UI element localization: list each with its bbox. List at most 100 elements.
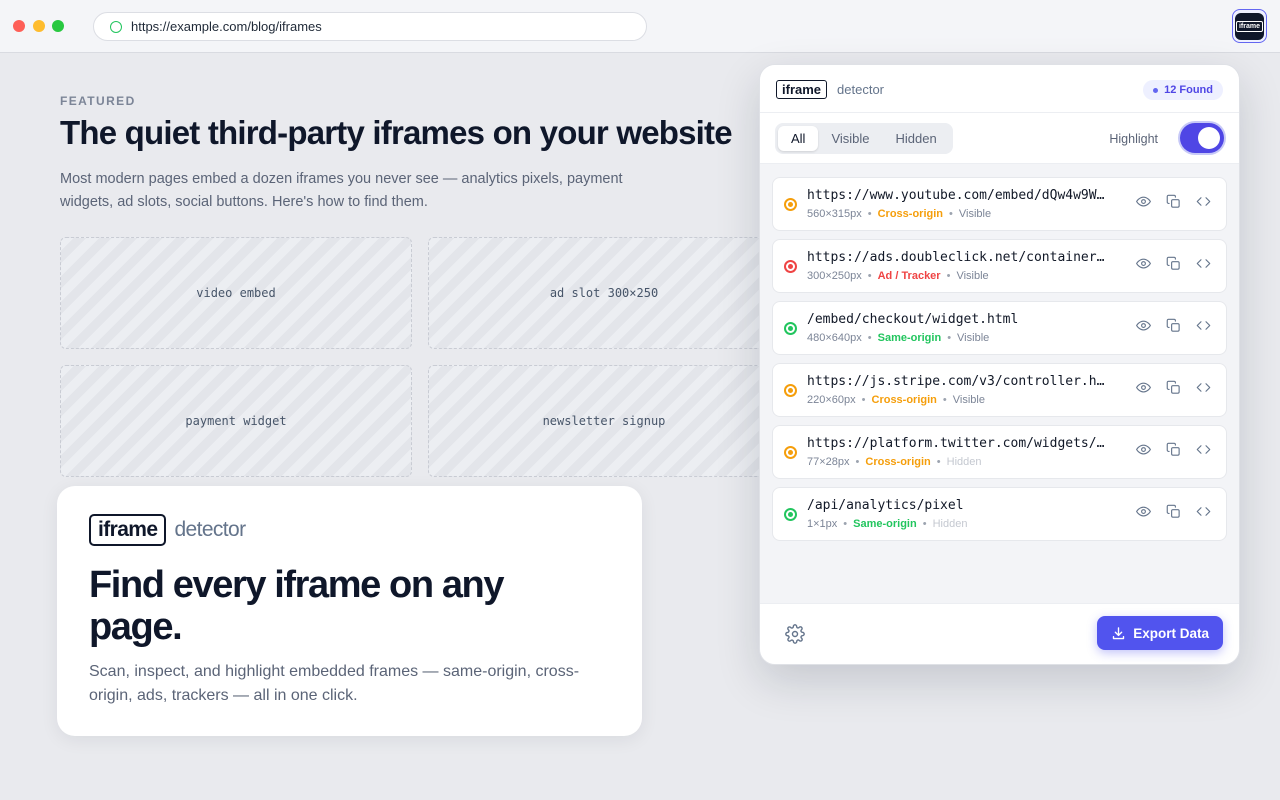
eye-icon [1135, 442, 1151, 462]
eye-icon [1135, 256, 1151, 276]
secure-icon [110, 20, 122, 33]
view-source-button[interactable] [1194, 257, 1212, 275]
row-actions [1134, 256, 1212, 276]
status-dot-icon [784, 322, 797, 335]
promo-subtitle: Scan, inspect, and highlight embedded fr… [89, 663, 580, 704]
popup-logo-subtitle: detector [837, 82, 885, 97]
meta-separator: • [946, 270, 951, 282]
highlight-frame-button[interactable] [1134, 195, 1152, 213]
highlight-toggle[interactable] [1180, 123, 1224, 153]
row-actions [1134, 380, 1212, 400]
copy-icon [1166, 318, 1181, 338]
copy-url-button[interactable] [1164, 318, 1182, 338]
status-dot-icon [784, 260, 797, 273]
iframe-row[interactable]: https://www.youtube.com/embed/dQw4w9WgXc… [772, 177, 1227, 231]
copy-icon [1166, 380, 1181, 400]
code-icon [1196, 256, 1211, 276]
badge-dot-icon [1153, 87, 1159, 93]
origin-badge: Cross-origin [871, 394, 937, 406]
popup-footer: Export Data [760, 603, 1239, 664]
meta-separator: • [855, 456, 860, 468]
origin-badge: Ad / Tracker [877, 270, 941, 282]
iframe-row[interactable]: https://platform.twitter.com/widgets/twe… [772, 425, 1227, 479]
minimize-window-button[interactable] [33, 20, 45, 32]
meta-separator: • [867, 332, 872, 344]
meta-separator: • [936, 456, 941, 468]
eye-icon [1135, 380, 1151, 400]
download-icon [1113, 626, 1125, 639]
visibility-status: Visible [952, 394, 985, 406]
filter-bar: All Visible Hidden Highlight [760, 113, 1239, 164]
iframe-url: https://js.stripe.com/v3/controller.html [807, 374, 1112, 389]
visibility-filter: All Visible Hidden [775, 123, 953, 154]
copy-icon [1166, 504, 1181, 524]
iframe-row[interactable]: /embed/checkout/widget.html 480×640px • Sam… [772, 301, 1227, 355]
embed-placeholder: newsletter signup [428, 365, 780, 477]
row-actions [1134, 194, 1212, 214]
copy-url-button[interactable] [1164, 504, 1182, 524]
status-dot-icon [784, 198, 797, 211]
status-dot-icon [784, 508, 797, 521]
meta-separator: • [922, 518, 927, 530]
view-source-button[interactable] [1194, 505, 1212, 523]
iframe-row[interactable]: /api/analytics/pixel 1×1px • Same-origin • Hi… [772, 487, 1227, 541]
copy-url-button[interactable] [1164, 380, 1182, 400]
code-icon [1196, 318, 1211, 338]
visibility-status: Hidden [946, 456, 982, 468]
filter-visible[interactable]: Visible [818, 126, 882, 151]
copy-url-button[interactable] [1164, 442, 1182, 461]
iframe-list: https://www.youtube.com/embed/dQw4w9WgXc… [772, 177, 1227, 549]
iframe-meta: 560×315px • Cross-origin • Visible [807, 208, 991, 220]
copy-icon [1166, 256, 1181, 276]
maximize-window-button[interactable] [52, 20, 64, 32]
address-bar[interactable]: https://example.com/blog/iframes [93, 12, 647, 41]
toggle-knob [1198, 127, 1220, 149]
iframe-url: /embed/checkout/widget.html [807, 312, 1019, 327]
article-headline: The quiet third-party iframes on your we… [60, 114, 733, 151]
code-icon [1196, 504, 1211, 524]
iframe-meta: 480×640px • Same-origin • Visible [807, 332, 989, 344]
copy-icon [1166, 194, 1181, 214]
code-icon [1196, 380, 1211, 400]
code-icon [1196, 442, 1211, 462]
visibility-status: Hidden [932, 518, 968, 530]
iframe-url: https://www.youtube.com/embed/dQw4w9WgXc… [807, 188, 1112, 203]
highlight-frame-button[interactable] [1134, 505, 1152, 523]
copy-url-button[interactable] [1164, 256, 1182, 276]
view-source-button[interactable] [1194, 443, 1212, 461]
view-source-button[interactable] [1194, 195, 1212, 213]
embed-placeholder: ad slot 300×250 [428, 237, 780, 349]
origin-badge: Same-origin [853, 518, 917, 530]
meta-separator: • [843, 518, 848, 530]
visibility-status: Visible [958, 208, 992, 220]
extension-button[interactable]: iframe [1232, 9, 1267, 43]
filter-all[interactable]: All [778, 126, 819, 151]
export-data-button[interactable]: Export Data [1097, 616, 1223, 650]
highlight-frame-button[interactable] [1134, 319, 1152, 337]
iframe-url: https://platform.twitter.com/widgets/twe… [807, 436, 1112, 451]
row-actions [1134, 442, 1212, 461]
article-kicker: FEATURED [60, 94, 136, 108]
view-source-button[interactable] [1194, 381, 1212, 399]
address-bar-url[interactable]: https://example.com/blog/iframes [131, 19, 322, 34]
meta-separator: • [949, 208, 953, 220]
origin-badge: Same-origin [877, 332, 942, 344]
iframe-row[interactable]: https://ads.doubleclick.net/container/ad… [772, 239, 1227, 293]
view-source-button[interactable] [1194, 319, 1212, 337]
eye-icon [1135, 194, 1151, 214]
highlight-frame-button[interactable] [1134, 257, 1152, 275]
highlight-frame-button[interactable] [1134, 443, 1152, 461]
logo-wordmark: iframe [89, 514, 167, 546]
iframe-row[interactable]: https://js.stripe.com/v3/controller.html… [772, 363, 1227, 417]
highlight-frame-button[interactable] [1134, 381, 1152, 399]
code-icon [1196, 194, 1211, 214]
promo-card: iframe detector Find every iframe on any… [57, 486, 642, 736]
settings-button[interactable] [785, 624, 805, 644]
meta-separator: • [861, 394, 866, 406]
filter-hidden[interactable]: Hidden [883, 126, 950, 151]
close-window-button[interactable] [13, 20, 25, 32]
extension-icon-label: iframe [1235, 20, 1263, 32]
copy-url-button[interactable] [1164, 194, 1182, 214]
popup-header: iframe detector 12 Found [760, 65, 1239, 113]
browser-toolbar: https://example.com/blog/iframes iframe [0, 0, 1280, 53]
